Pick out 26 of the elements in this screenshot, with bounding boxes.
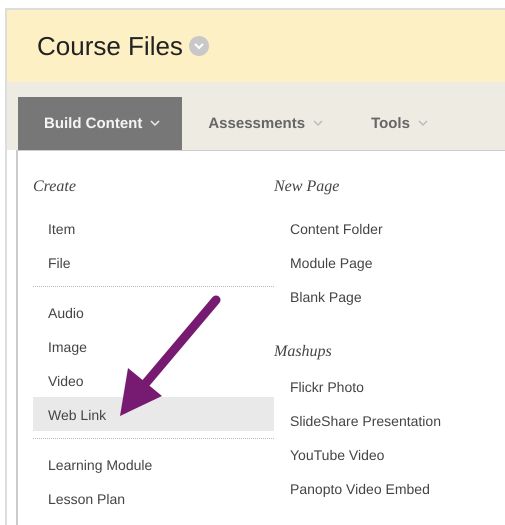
page-title: Course Files xyxy=(37,30,183,62)
chevron-down-icon xyxy=(418,120,428,127)
menu-tab[interactable]: Assessments xyxy=(182,97,346,150)
menu-heading: New Page xyxy=(274,177,340,197)
chevron-down-icon xyxy=(150,120,160,127)
menu-item[interactable]: Blank Page xyxy=(274,279,447,313)
menu-item[interactable]: Content Folder xyxy=(274,211,447,245)
menu-item[interactable]: Item xyxy=(33,211,274,245)
menu-item[interactable]: File xyxy=(33,245,274,279)
menu-item[interactable]: SlideShare Presentation xyxy=(274,403,447,437)
menu-item[interactable]: Image xyxy=(33,329,274,363)
menu-tab[interactable]: Build Content xyxy=(18,97,182,150)
menu-heading: Mashups xyxy=(274,342,333,362)
menu-item[interactable]: Flickr Photo xyxy=(274,369,447,403)
chevron-circle-icon[interactable] xyxy=(188,36,209,56)
menu-item[interactable]: Web Link xyxy=(33,397,274,431)
menu-heading: Create xyxy=(33,177,77,197)
chevron-down-icon xyxy=(313,120,324,127)
menu-item[interactable]: Audio xyxy=(33,295,274,329)
menu-item[interactable]: Video xyxy=(33,363,274,397)
menu-item[interactable]: Learning Module xyxy=(33,447,274,481)
menu-tab[interactable]: Tools xyxy=(345,97,450,150)
menu-item[interactable]: YouTube Video xyxy=(274,437,447,471)
menu-item[interactable]: Module Page xyxy=(274,245,447,279)
menu-item[interactable]: Panopto Video Embed xyxy=(274,471,447,505)
menu-item[interactable]: Lesson Plan xyxy=(33,481,274,515)
